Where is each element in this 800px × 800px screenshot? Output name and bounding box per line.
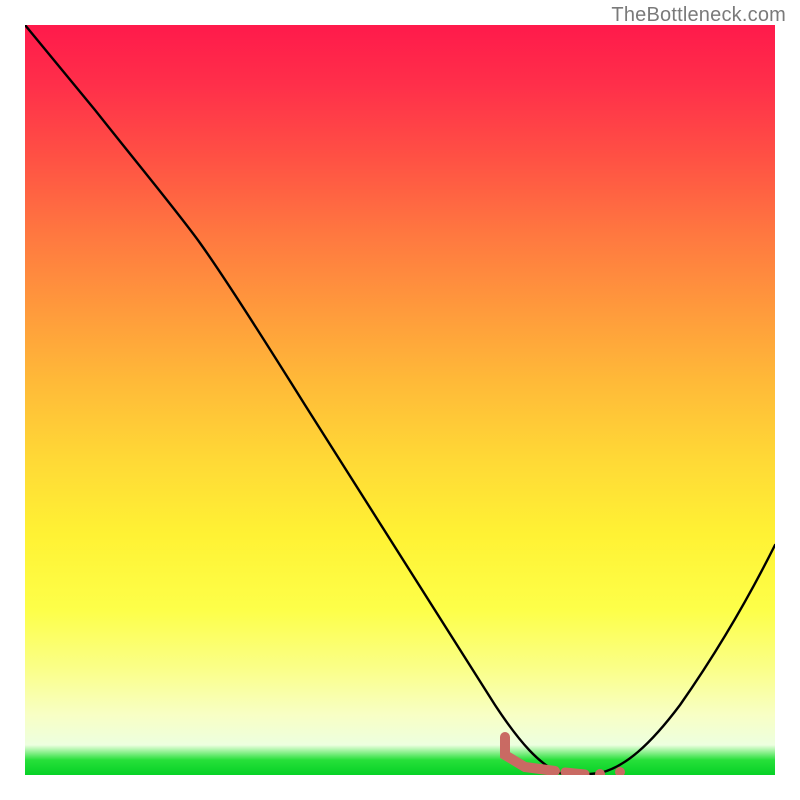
chart-curve — [25, 25, 775, 775]
chart-plot-area — [25, 25, 775, 775]
watermark-label: TheBottleneck.com — [611, 4, 786, 27]
chart-svg-layer — [25, 25, 775, 775]
